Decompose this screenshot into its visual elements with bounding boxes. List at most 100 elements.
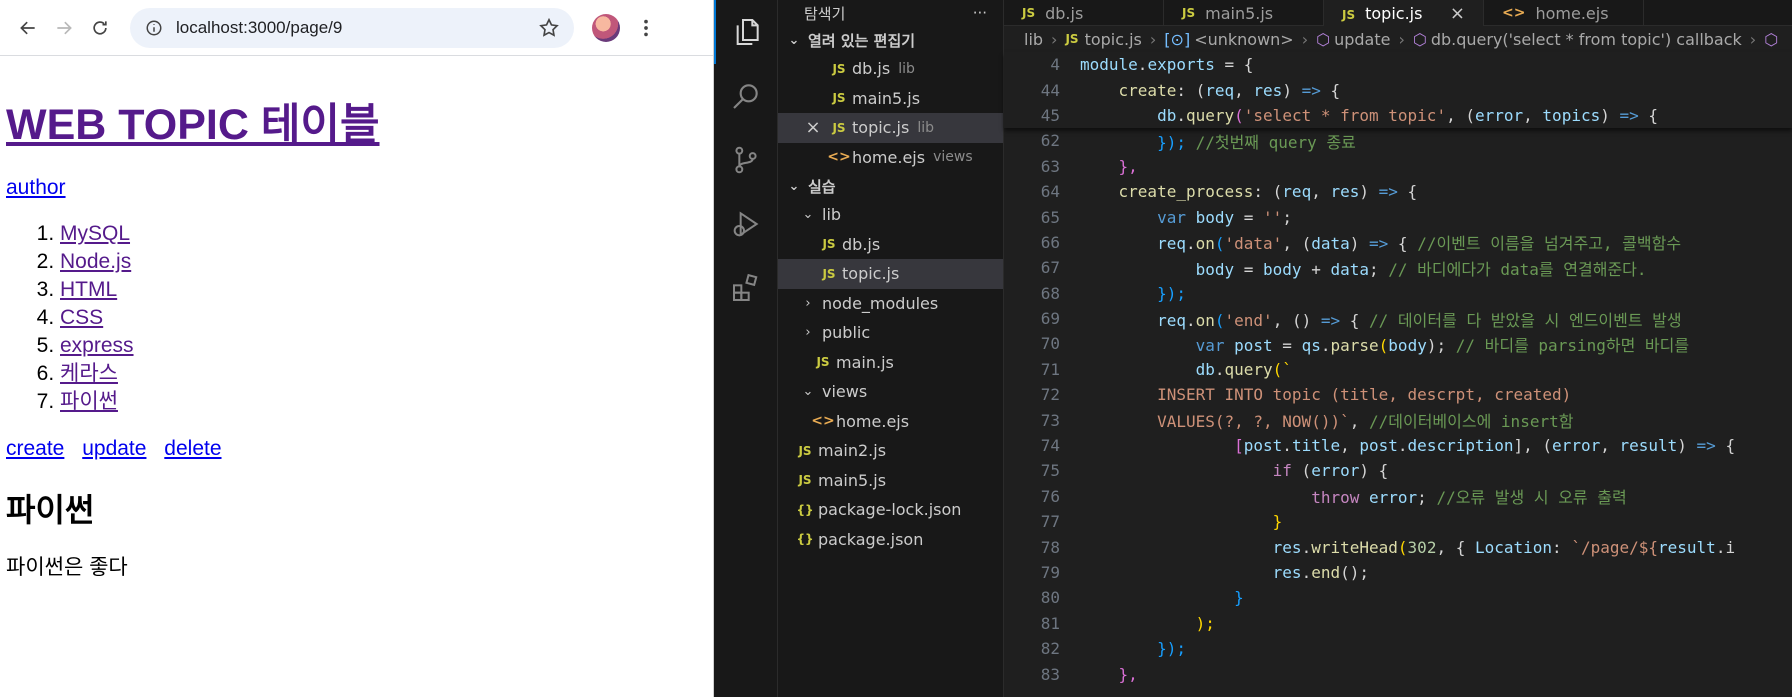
file-name: package.json	[818, 529, 924, 549]
browser-menu-button[interactable]	[634, 17, 658, 39]
explorer-activity[interactable]	[714, 0, 778, 64]
arrow-left-icon	[20, 21, 35, 34]
update-link[interactable]: update	[82, 437, 146, 460]
code-line: 80 }	[1004, 585, 1792, 610]
topic-link[interactable]: 파이썬	[60, 390, 118, 413]
back-button[interactable]	[10, 10, 46, 46]
more-actions-icon[interactable]: ···	[973, 4, 987, 22]
folder-views[interactable]: ⌄ views	[778, 377, 1003, 407]
reload-icon	[93, 20, 107, 35]
folder-lib[interactable]: ⌄ lib	[778, 200, 1003, 230]
line-number: 63	[1040, 156, 1060, 176]
url-text[interactable]: localhost:3000/page/9	[176, 18, 538, 38]
code-line: 62 }); //첫번째 query 종료	[1004, 128, 1792, 153]
source-control-icon	[735, 146, 757, 174]
topic-link[interactable]: express	[60, 334, 134, 357]
folder-name: lib	[822, 205, 842, 225]
file-item[interactable]: <> home.ejs	[778, 407, 1003, 437]
line-number: 83	[1040, 664, 1060, 684]
home-link[interactable]: WEB TOPIC 테이블	[6, 101, 380, 149]
topic-link[interactable]: CSS	[60, 306, 103, 329]
site-info-icon[interactable]	[144, 18, 164, 38]
source-control-activity[interactable]	[714, 128, 778, 192]
code-line: 72 INSERT INTO topic (title, descrpt, cr…	[1004, 382, 1792, 407]
code-line: 68 });	[1004, 281, 1792, 306]
line-number: 71	[1040, 359, 1060, 379]
topic-link[interactable]: MySQL	[60, 222, 130, 245]
profile-avatar[interactable]	[592, 13, 620, 42]
more-vertical-icon	[644, 19, 648, 36]
close-icon[interactable]: ×	[800, 117, 826, 138]
explorer-header: 탐색기 ···	[778, 0, 1003, 26]
extensions-activity[interactable]	[714, 256, 778, 320]
code-line: 64 create_process: (req, res) => {	[1004, 179, 1792, 204]
run-debug-activity[interactable]	[714, 192, 778, 256]
browser-window: localhost:3000/page/9 WEB TOPIC 테이블 auth…	[0, 0, 714, 697]
file-desc: lib	[917, 119, 934, 136]
method-icon: ⬡	[1412, 29, 1427, 49]
list-item: 파이썬	[60, 388, 707, 416]
activity-bar	[714, 0, 778, 697]
tab-db-js[interactable]: JS db.js	[1004, 0, 1164, 26]
topic-link[interactable]: Node.js	[60, 250, 131, 273]
js-file-icon: JS	[1022, 6, 1036, 20]
list-item: 케라스	[60, 360, 707, 388]
file-item-selected[interactable]: JS topic.js	[778, 259, 1003, 289]
file-item[interactable]: JS main5.js	[778, 466, 1003, 496]
code-editor[interactable]: 4 module.exports = { 44 create: (req, res…	[1004, 52, 1792, 687]
js-file-icon: JS	[816, 355, 830, 370]
tab-topic-js[interactable]: JS topic.js ×	[1324, 0, 1484, 26]
breadcrumb-item[interactable]: lib	[1024, 30, 1043, 49]
file-item[interactable]: JS db.js	[778, 230, 1003, 260]
tab-label: topic.js	[1365, 3, 1423, 23]
open-editor-item[interactable]: JS db.js lib	[778, 54, 1003, 84]
breadcrumb-item[interactable]: topic.js	[1085, 30, 1142, 49]
author-link[interactable]: author	[6, 176, 66, 199]
vscode-window: 탐색기 ··· ⌄ 열려 있는 편집기 JS db.js lib JS main…	[714, 0, 1792, 697]
bookmark-star-icon[interactable]	[538, 17, 560, 39]
folder-node-modules[interactable]: › node_modules	[778, 289, 1003, 319]
file-item[interactable]: {} package.json	[778, 525, 1003, 555]
file-name: main2.js	[818, 441, 887, 461]
workspace-title: 실습	[808, 177, 836, 196]
address-bar[interactable]: localhost:3000/page/9	[130, 7, 574, 48]
open-editor-item-active[interactable]: × JS topic.js lib	[778, 113, 1003, 143]
search-activity[interactable]	[714, 64, 778, 128]
file-item[interactable]: {} package-lock.json	[778, 495, 1003, 525]
topic-link[interactable]: 케라스	[60, 362, 118, 385]
forward-button[interactable]	[46, 10, 82, 46]
code-line: 79 res.end();	[1004, 560, 1792, 585]
open-editors-section[interactable]: ⌄ 열려 있는 편집기	[778, 26, 1003, 54]
sticky-scroll[interactable]: 4 module.exports = { 44 create: (req, res…	[1004, 52, 1792, 129]
line-number: 64	[1040, 182, 1060, 202]
line-number: 80	[1040, 588, 1060, 608]
topic-description: 파이썬은 좋다	[6, 556, 128, 579]
file-name: home.ejs	[852, 147, 926, 167]
explorer-title: 탐색기	[804, 4, 846, 23]
tab-main5-js[interactable]: JS main5.js	[1164, 0, 1324, 26]
create-link[interactable]: create	[6, 437, 64, 460]
list-item: MySQL	[60, 220, 707, 248]
reload-button[interactable]	[82, 10, 118, 46]
file-name: main5.js	[852, 88, 921, 108]
file-item[interactable]: JS main.js	[778, 348, 1003, 378]
open-editor-item[interactable]: <> home.ejs views	[778, 143, 1003, 173]
chevron-down-icon: ⌄	[788, 178, 800, 194]
folder-public[interactable]: › public	[778, 318, 1003, 348]
close-icon[interactable]: ×	[1450, 3, 1465, 24]
line-number: 77	[1040, 512, 1060, 532]
workspace-section[interactable]: ⌄ 실습	[778, 172, 1003, 200]
open-editor-item[interactable]: JS main5.js	[778, 84, 1003, 114]
folder-name: views	[822, 382, 868, 402]
breadcrumb-item[interactable]: <unknown>	[1194, 30, 1294, 49]
file-item[interactable]: JS main2.js	[778, 436, 1003, 466]
breadcrumb-item[interactable]: db.query('select * from topic') callback	[1431, 30, 1742, 49]
file-name: db.js	[842, 234, 881, 254]
file-name: main5.js	[818, 470, 887, 490]
delete-link[interactable]: delete	[164, 437, 221, 460]
tab-home-ejs[interactable]: <> home.ejs	[1484, 0, 1644, 26]
topic-link[interactable]: HTML	[60, 278, 117, 301]
ejs-file-icon: <>	[827, 149, 851, 166]
breadcrumb-item[interactable]: update	[1334, 30, 1390, 49]
list-item: HTML	[60, 276, 707, 304]
